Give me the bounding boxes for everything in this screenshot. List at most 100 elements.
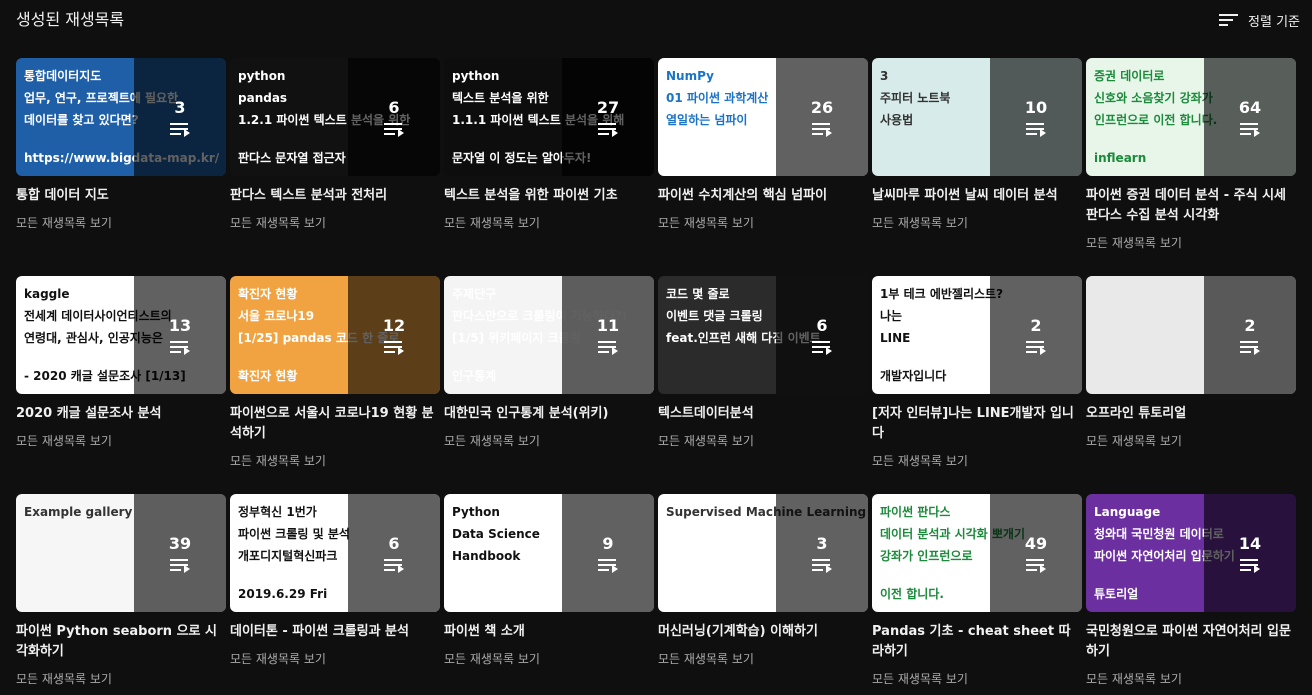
- thumbnail-text: 이벤트 댓글 크롤링: [666, 309, 763, 323]
- playlist-thumbnail[interactable]: kaggle 전세계 데이터사이언티스트의 연령대, 관심사, 인공지능은 - 202…: [16, 276, 226, 394]
- playlist-card[interactable]: 증권 데이터로 신호와 소음찾기 강좌가 인프런으로 이전 합니다. inflearn…: [1086, 58, 1296, 251]
- video-count-overlay: 3: [134, 58, 226, 176]
- view-full-playlist-link[interactable]: 모든 재생목록 보기: [872, 670, 1082, 687]
- thumbnail-text: 사용법: [880, 113, 914, 127]
- playlist-title[interactable]: 파이썬 책 소개: [444, 622, 654, 642]
- playlist-title[interactable]: 판다스 텍스트 분석과 전처리: [230, 186, 440, 206]
- view-full-playlist-link[interactable]: 모든 재생목록 보기: [872, 214, 1082, 231]
- video-count-overlay: 11: [562, 276, 654, 394]
- playlist-title[interactable]: 오프라인 튜토리얼: [1086, 404, 1296, 424]
- playlist-thumbnail[interactable]: Python Data Science Handbook 9: [444, 494, 654, 612]
- playlist-thumbnail[interactable]: 1부 테크 에반젤리스트? 나는 LINE 개발자입니다 2: [872, 276, 1082, 394]
- playlist-thumbnail[interactable]: 3 주피터 노트북 사용법 10: [872, 58, 1082, 176]
- view-full-playlist-link[interactable]: 모든 재생목록 보기: [872, 452, 1082, 469]
- playlist-icon: [598, 558, 618, 573]
- playlist-icon: [598, 340, 618, 355]
- playlist-thumbnail[interactable]: python pandas 1.2.1 파이썬 텍스트 분석을 위한 판다스 문자열 …: [230, 58, 440, 176]
- playlist-icon: [384, 122, 404, 137]
- view-full-playlist-link[interactable]: 모든 재생목록 보기: [658, 432, 868, 449]
- playlist-title[interactable]: 2020 캐글 설문조사 분석: [16, 404, 226, 424]
- playlist-thumbnail[interactable]: Language 청와대 국민청원 데이터로 파이썬 자연어처리 입문하기 튜토리얼 1…: [1086, 494, 1296, 612]
- view-full-playlist-link[interactable]: 모든 재생목록 보기: [444, 214, 654, 231]
- thumbnail-text: 데이터를 찾고 있다면?: [24, 113, 139, 127]
- video-count-overlay: 2: [990, 276, 1082, 394]
- playlist-card[interactable]: 파이썬 판다스 데이터 분석과 시각화 뽀개기 강좌가 인프런으로 이전 합니다. 49…: [872, 494, 1082, 687]
- playlist-title[interactable]: 파이썬 증권 데이터 분석 - 주식 시세 판다스 수집 분석 시각화: [1086, 186, 1296, 226]
- view-full-playlist-link[interactable]: 모든 재생목록 보기: [444, 650, 654, 667]
- view-full-playlist-link[interactable]: 모든 재생목록 보기: [16, 670, 226, 687]
- playlist-card[interactable]: Python Data Science Handbook 9 파이썬 책 소개모든 재생…: [444, 494, 654, 667]
- playlist-card[interactable]: 코드 몇 줄로 이벤트 댓글 크롤링 feat.인프런 새해 다짐 이벤트 6 텍스트데…: [658, 276, 868, 449]
- playlist-thumbnail[interactable]: 증권 데이터로 신호와 소음찾기 강좌가 인프런으로 이전 합니다. inflearn…: [1086, 58, 1296, 176]
- view-full-playlist-link[interactable]: 모든 재생목록 보기: [1086, 234, 1296, 251]
- thumbnail-text: 3: [880, 69, 889, 83]
- view-full-playlist-link[interactable]: 모든 재생목록 보기: [1086, 432, 1296, 449]
- playlist-thumbnail[interactable]: 통합데이터지도 업무, 연구, 프로젝트에 필요한 데이터를 찾고 있다면? http…: [16, 58, 226, 176]
- playlist-card[interactable]: Example gallery 39 파이썬 Python seaborn 으로 시…: [16, 494, 226, 687]
- view-full-playlist-link[interactable]: 모든 재생목록 보기: [230, 650, 440, 667]
- playlist-title[interactable]: 텍스트데이터분석: [658, 404, 868, 424]
- view-full-playlist-link[interactable]: 모든 재생목록 보기: [658, 650, 868, 667]
- playlist-card[interactable]: 2 오프라인 튜토리얼모든 재생목록 보기: [1086, 276, 1296, 449]
- playlist-title[interactable]: 머신러닝(기계학습) 이해하기: [658, 622, 868, 642]
- view-full-playlist-link[interactable]: 모든 재생목록 보기: [16, 432, 226, 449]
- view-full-playlist-link[interactable]: 모든 재생목록 보기: [16, 214, 226, 231]
- playlist-thumbnail[interactable]: 주제단구 판다스만으로 크롤링이 가능하다?! [1/5] 위키페이지 크롤링 인구통…: [444, 276, 654, 394]
- thumbnail-text: LINE: [880, 331, 911, 345]
- playlist-thumbnail[interactable]: 파이썬 판다스 데이터 분석과 시각화 뽀개기 강좌가 인프런으로 이전 합니다. 49: [872, 494, 1082, 612]
- view-full-playlist-link[interactable]: 모든 재생목록 보기: [658, 214, 868, 231]
- playlist-card[interactable]: python pandas 1.2.1 파이썬 텍스트 분석을 위한 판다스 문자열 …: [230, 58, 440, 231]
- playlist-card[interactable]: kaggle 전세계 데이터사이언티스트의 연령대, 관심사, 인공지능은 - 202…: [16, 276, 226, 449]
- playlist-title[interactable]: 대한민국 인구통계 분석(위키): [444, 404, 654, 424]
- playlist-card[interactable]: 정부혁신 1번가 파이썬 크롤링 및 분석 개포디지털혁신파크 2019.6.29 F…: [230, 494, 440, 667]
- sort-label: 정렬 기준: [1248, 14, 1300, 30]
- playlist-thumbnail[interactable]: 2: [1086, 276, 1296, 394]
- playlist-thumbnail[interactable]: 코드 몇 줄로 이벤트 댓글 크롤링 feat.인프런 새해 다짐 이벤트 6: [658, 276, 868, 394]
- thumbnail-text: 통합데이터지도: [24, 69, 102, 83]
- playlist-icon: [812, 340, 832, 355]
- thumbnail-text: 개발자입니다: [880, 369, 947, 383]
- playlist-thumbnail[interactable]: 확진자 현황 서울 코로나19 [1/25] pandas 코드 한 줄로 확진자 현…: [230, 276, 440, 394]
- playlist-card[interactable]: 1부 테크 에반젤리스트? 나는 LINE 개발자입니다 2 [저자 인터뷰]나는 LIN…: [872, 276, 1082, 469]
- video-count-overlay: 6: [348, 494, 440, 612]
- thumbnail-text: 01 파이썬 과학계산: [666, 91, 769, 105]
- thumbnail-text: kaggle: [24, 287, 70, 301]
- playlist-card[interactable]: python 텍스트 분석을 위한 1.1.1 파이썬 텍스트 분석을 위해 문자열 …: [444, 58, 654, 231]
- playlist-title[interactable]: [저자 인터뷰]나는 LINE개발자 입니다: [872, 404, 1082, 444]
- playlist-title[interactable]: Pandas 기초 - cheat sheet 따라하기: [872, 622, 1082, 662]
- playlist-title[interactable]: 데이터톤 - 파이썬 크롤링과 분석: [230, 622, 440, 642]
- playlist-title[interactable]: 파이썬 수치계산의 핵심 넘파이: [658, 186, 868, 206]
- playlist-title[interactable]: 텍스트 분석을 위한 파이썬 기초: [444, 186, 654, 206]
- playlist-title[interactable]: 파이썬 Python seaborn 으로 시각화하기: [16, 622, 226, 662]
- playlist-thumbnail[interactable]: Supervised Machine Learning 3: [658, 494, 868, 612]
- video-count: 13: [168, 315, 192, 335]
- video-count: 39: [168, 533, 192, 553]
- view-full-playlist-link[interactable]: 모든 재생목록 보기: [1086, 670, 1296, 687]
- thumbnail-text: 튜토리얼: [1094, 587, 1139, 601]
- playlist-title[interactable]: 통합 데이터 지도: [16, 186, 226, 206]
- playlist-title[interactable]: 국민청원으로 파이썬 자연어처리 입문하기: [1086, 622, 1296, 662]
- playlist-card[interactable]: Supervised Machine Learning 3 머신러닝(기계학습) 이…: [658, 494, 868, 667]
- playlist-thumbnail[interactable]: NumPy 01 파이썬 과학계산 열일하는 넘파이 26: [658, 58, 868, 176]
- playlist-card[interactable]: 주제단구 판다스만으로 크롤링이 가능하다?! [1/5] 위키페이지 크롤링 인구통…: [444, 276, 654, 449]
- playlist-card[interactable]: Language 청와대 국민청원 데이터로 파이썬 자연어처리 입문하기 튜토리얼 1…: [1086, 494, 1296, 687]
- thumbnail-text: 이전 합니다.: [880, 587, 944, 601]
- playlist-thumbnail[interactable]: Example gallery 39: [16, 494, 226, 612]
- view-full-playlist-link[interactable]: 모든 재생목록 보기: [230, 452, 440, 469]
- view-full-playlist-link[interactable]: 모든 재생목록 보기: [444, 432, 654, 449]
- playlist-card[interactable]: 확진자 현황 서울 코로나19 [1/25] pandas 코드 한 줄로 확진자 현…: [230, 276, 440, 469]
- thumbnail-text: 판다스 문자열 접근자: [238, 151, 346, 165]
- playlist-title[interactable]: 파이썬으로 서울시 코로나19 현황 분석하기: [230, 404, 440, 444]
- view-full-playlist-link[interactable]: 모든 재생목록 보기: [230, 214, 440, 231]
- thumbnail-text: 확진자 현황: [238, 369, 298, 383]
- sort-button[interactable]: 정렬 기준: [1219, 8, 1300, 32]
- thumbnail-text: 증권 데이터로: [1094, 69, 1165, 83]
- thumbnail-text: pandas: [238, 91, 288, 105]
- playlist-card[interactable]: 통합데이터지도 업무, 연구, 프로젝트에 필요한 데이터를 찾고 있다면? http…: [16, 58, 226, 231]
- playlist-thumbnail[interactable]: 정부혁신 1번가 파이썬 크롤링 및 분석 개포디지털혁신파크 2019.6.29 F…: [230, 494, 440, 612]
- playlist-icon: [1240, 122, 1260, 137]
- playlist-thumbnail[interactable]: python 텍스트 분석을 위한 1.1.1 파이썬 텍스트 분석을 위해 문자열 …: [444, 58, 654, 176]
- playlist-card[interactable]: 3 주피터 노트북 사용법 10 날씨마루 파이썬 날씨 데이터 분석모든 재생목록 보…: [872, 58, 1082, 231]
- playlist-card[interactable]: NumPy 01 파이썬 과학계산 열일하는 넘파이 26 파이썬 수치계산의 핵심 넘…: [658, 58, 868, 231]
- playlist-title[interactable]: 날씨마루 파이썬 날씨 데이터 분석: [872, 186, 1082, 206]
